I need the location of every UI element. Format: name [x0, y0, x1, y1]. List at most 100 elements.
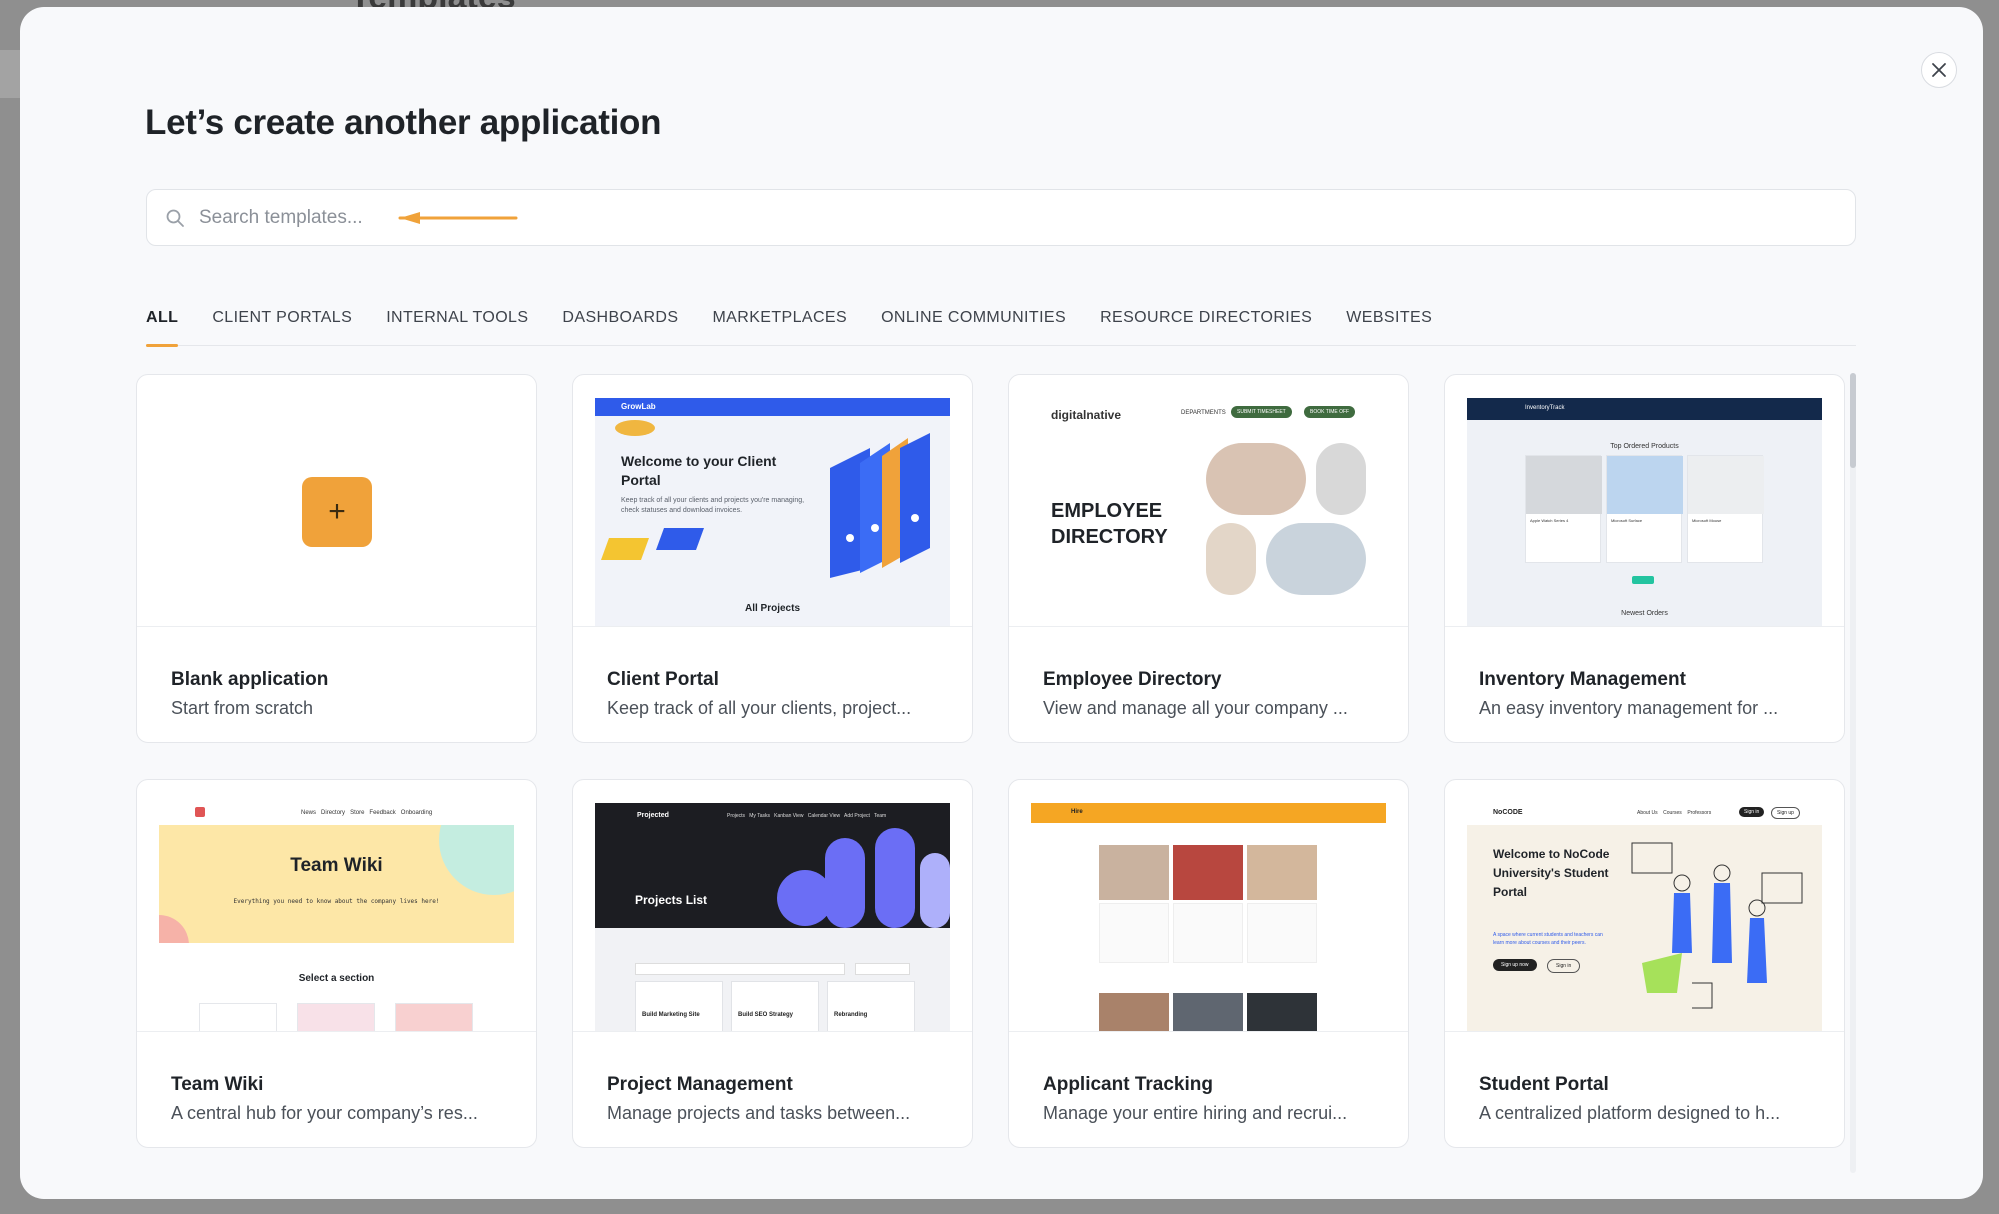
- preview-nav-item: Calendar View: [807, 813, 841, 819]
- card-thumbnail: InventoryTrack Top Ordered Products Appl…: [1445, 375, 1844, 627]
- card-title: Project Management: [607, 1074, 793, 1095]
- preview-product-1: Apple Watch Series 4: [1530, 518, 1569, 523]
- preview-project-item: Build Marketing Site: [642, 1012, 700, 1018]
- abstract-shapes-icon: [777, 828, 950, 928]
- preview-nav-item: Professors: [1687, 810, 1712, 816]
- preview-headline: Projects List: [635, 893, 708, 907]
- preview-headline: EMPLOYEE DIRECTORY: [1051, 500, 1168, 548]
- scrollbar[interactable]: [1850, 373, 1856, 1173]
- preview-brand: Projected: [637, 812, 669, 819]
- students-illustration-icon: [1631, 842, 1803, 1009]
- preview-button-1: Sign up now: [1493, 959, 1537, 971]
- preview-headline: Welcome to your Client Portal: [621, 453, 777, 488]
- card-thumbnail: Hire: [1009, 780, 1408, 1032]
- preview-nav-item: My Tasks: [749, 813, 770, 819]
- annotation-arrow-icon: [398, 212, 518, 224]
- employee-directory-preview: digitalnative DEPARTMENTS SUBMIT TIMESHE…: [1031, 398, 1386, 626]
- modal-title: Let’s create another application: [145, 103, 662, 142]
- tab-websites[interactable]: WEBSITES: [1346, 309, 1432, 346]
- card-thumbnail: NoCODE About Us Courses Professors Sign …: [1445, 780, 1844, 1032]
- preview-nav-item: Directory: [321, 810, 346, 816]
- preview-body: Keep track of all your clients and proje…: [621, 497, 805, 514]
- preview-nav-item: Projects: [727, 813, 746, 819]
- card-description: View and manage all your company ...: [1043, 698, 1348, 718]
- template-card-project-management[interactable]: Projected Projects My Tasks Kanban View …: [572, 779, 973, 1148]
- card-title: Employee Directory: [1043, 669, 1222, 690]
- template-card-employee-directory[interactable]: digitalnative DEPARTMENTS SUBMIT TIMESHE…: [1008, 374, 1409, 743]
- preview-button-1: SUBMIT TIMESHEET: [1231, 406, 1292, 418]
- preview-nav-item: Team: [873, 813, 887, 819]
- preview-project-item: Rebranding: [834, 1012, 868, 1018]
- card-title: Blank application: [171, 669, 329, 690]
- preview-nav-item: Feedback: [369, 810, 396, 816]
- preview-nav-button-2: Sign up: [1771, 807, 1800, 819]
- preview-section-label: Select a section: [298, 973, 375, 984]
- card-title: Team Wiki: [171, 1074, 264, 1095]
- preview-project-item: Build SEO Strategy: [738, 1012, 794, 1018]
- card-description: A centralized platform designed to h...: [1479, 1103, 1781, 1123]
- preview-nav-item: Onboarding: [400, 810, 433, 816]
- tab-dashboards[interactable]: DASHBOARDS: [562, 309, 678, 346]
- preview-nav-item: News: [301, 810, 317, 816]
- preview-nav-item: Courses: [1663, 810, 1682, 816]
- preview-brand: digitalnative: [1051, 408, 1122, 422]
- preview-brand: NoCODE: [1493, 809, 1523, 816]
- preview-footer: Newest Orders: [1621, 610, 1668, 617]
- card-description: An easy inventory management for ...: [1479, 698, 1779, 718]
- card-description: A central hub for your company’s res...: [171, 1103, 478, 1123]
- tab-resource-directories[interactable]: RESOURCE DIRECTORIES: [1100, 309, 1312, 346]
- preview-nav: Projects My Tasks Kanban View Calendar V…: [727, 813, 886, 819]
- card-title: Student Portal: [1479, 1074, 1609, 1095]
- preview-brand: GrowLab: [621, 402, 656, 411]
- search-icon: [166, 209, 184, 227]
- tab-marketplaces[interactable]: MARKETPLACES: [712, 309, 847, 346]
- preview-button-2: BOOK TIME OFF: [1304, 406, 1356, 418]
- preview-product-3: Microsoft Mouse: [1692, 518, 1722, 523]
- card-title: Applicant Tracking: [1043, 1074, 1213, 1095]
- create-application-modal: Let’s create another application ALL CLI…: [20, 7, 1983, 1199]
- inventory-preview: InventoryTrack Top Ordered Products Appl…: [1467, 398, 1822, 626]
- project-management-preview: Projected Projects My Tasks Kanban View …: [595, 803, 950, 1031]
- preview-brand: Hire: [1071, 809, 1083, 815]
- preview-subtitle: Everything you need to know about the co…: [233, 898, 440, 905]
- close-button[interactable]: [1921, 52, 1957, 88]
- card-thumbnail: News Directory Store Feedback Onboarding…: [137, 780, 536, 1032]
- close-icon: [1932, 63, 1946, 77]
- preview-nav-item: About Us: [1637, 810, 1658, 816]
- preview-nav: News Directory Store Feedback Onboarding: [301, 810, 432, 816]
- scrollbar-thumb[interactable]: [1850, 373, 1856, 468]
- template-card-client-portal[interactable]: GrowLab Welcome to your Client Portal Ke…: [572, 374, 973, 743]
- preview-subtitle: A space where current students and teach…: [1493, 932, 1603, 946]
- card-description: Manage your entire hiring and recrui...: [1043, 1103, 1348, 1123]
- preview-headline: Welcome to NoCode University's Student P…: [1493, 847, 1610, 899]
- preview-footer: All Projects: [744, 603, 801, 614]
- card-thumbnail: +: [137, 375, 536, 627]
- category-tabs: ALL CLIENT PORTALS INTERNAL TOOLS DASHBO…: [146, 309, 1856, 347]
- student-portal-preview: NoCODE About Us Courses Professors Sign …: [1467, 803, 1822, 1031]
- template-card-inventory-management[interactable]: InventoryTrack Top Ordered Products Appl…: [1444, 374, 1845, 743]
- tab-all[interactable]: ALL: [146, 309, 179, 347]
- card-thumbnail: digitalnative DEPARTMENTS SUBMIT TIMESHE…: [1009, 375, 1408, 627]
- tab-internal-tools[interactable]: INTERNAL TOOLS: [386, 309, 528, 346]
- tab-online-communities[interactable]: ONLINE COMMUNITIES: [881, 309, 1066, 346]
- template-card-team-wiki[interactable]: News Directory Store Feedback Onboarding…: [136, 779, 537, 1148]
- template-card-blank-application[interactable]: + Blank application Start from scratch: [136, 374, 537, 743]
- preview-headline: Top Ordered Products: [1610, 443, 1679, 450]
- card-title: Client Portal: [607, 669, 719, 690]
- preview-button-2: Sign in: [1547, 959, 1581, 973]
- card-thumbnail: GrowLab Welcome to your Client Portal Ke…: [573, 375, 972, 627]
- plus-icon[interactable]: +: [302, 477, 372, 547]
- template-card-student-portal[interactable]: NoCODE About Us Courses Professors Sign …: [1444, 779, 1845, 1148]
- template-card-applicant-tracking[interactable]: Hire Applicant Tracking Manage your enti…: [1008, 779, 1409, 1148]
- card-description: Keep track of all your clients, project.…: [607, 698, 912, 718]
- card-description: Start from scratch: [171, 698, 314, 718]
- card-thumbnail: Projected Projects My Tasks Kanban View …: [573, 780, 972, 1032]
- preview-nav: DEPARTMENTS: [1181, 410, 1226, 416]
- client-portal-preview: GrowLab Welcome to your Client Portal Ke…: [595, 398, 950, 626]
- card-description: Manage projects and tasks between...: [607, 1103, 911, 1123]
- binders-illustration-icon: [830, 433, 930, 578]
- tab-client-portals[interactable]: CLIENT PORTALS: [212, 309, 352, 346]
- preview-nav-item: Kanban View: [774, 813, 804, 819]
- preview-nav: About Us Courses Professors: [1637, 810, 1711, 816]
- preview-product-2: Microsoft Surface: [1611, 518, 1643, 523]
